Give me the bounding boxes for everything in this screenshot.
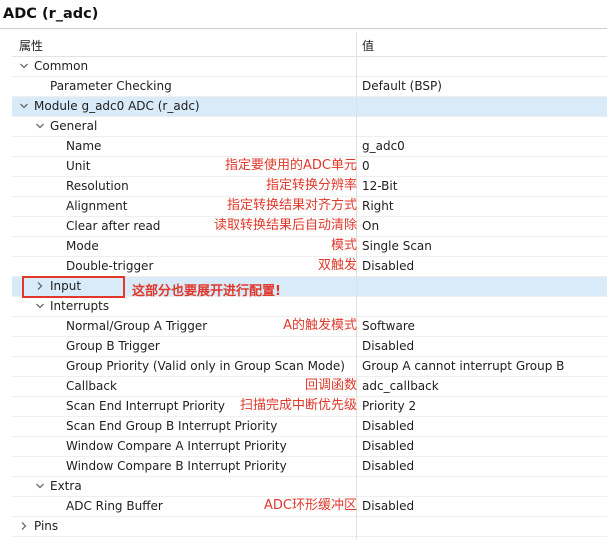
row-value[interactable]: Default (BSP) <box>362 79 442 94</box>
row-label: Group Priority (Valid only in Group Scan… <box>66 359 345 373</box>
row-label: Window Compare A Interrupt Priority <box>66 439 287 453</box>
chevron-right-icon[interactable] <box>19 521 29 531</box>
input-callout: 这部分也要展开进行配置! <box>132 284 281 299</box>
row-label: Name <box>66 139 102 153</box>
row-label: Mode <box>66 239 99 253</box>
tree-row-window-compare-b-interrupt-priority[interactable]: Window Compare B Interrupt Priority Disab… <box>12 457 607 477</box>
row-label: Callback <box>66 379 117 393</box>
tree-row-extra[interactable]: Extra <box>12 477 607 497</box>
row-label: Extra <box>50 479 82 493</box>
annotation-note: 指定要使用的ADC单元 <box>225 158 357 173</box>
panel-title: ADC (r_adc) <box>3 6 99 22</box>
row-label: Clear after read <box>66 219 161 233</box>
row-value[interactable]: Group A cannot interrupt Group B <box>362 359 564 374</box>
tree-row-module-g-adc0-adc-r-adc[interactable]: Module g_adc0 ADC (r_adc) <box>12 97 607 117</box>
tree-row-group-priority-valid-only-in-group-scan-mode[interactable]: Group Priority (Valid only in Group Scan… <box>12 357 607 377</box>
annotation-note: ADC环形缓冲区 <box>264 498 357 513</box>
table-header: 属性 值 <box>12 32 607 57</box>
row-label: General <box>50 119 98 133</box>
tree-row-double-trigger[interactable]: Double-trigger Disabled <box>12 257 607 277</box>
row-value[interactable]: g_adc0 <box>362 139 405 154</box>
row-value[interactable]: Disabled <box>362 339 414 354</box>
row-label: ADC Ring Buffer <box>66 499 163 513</box>
row-label: Interrupts <box>50 299 110 313</box>
row-value[interactable]: 12-Bit <box>362 179 397 194</box>
tree-row-window-compare-a-interrupt-priority[interactable]: Window Compare A Interrupt Priority Disab… <box>12 437 607 457</box>
tree-row-name[interactable]: Name g_adc0 <box>12 137 607 157</box>
row-label: Resolution <box>66 179 129 193</box>
row-label: Module g_adc0 ADC (r_adc) <box>34 99 200 113</box>
tree-row-scan-end-group-b-interrupt-priority[interactable]: Scan End Group B Interrupt Priority Disab… <box>12 417 607 437</box>
annotation-note: A的触发模式 <box>283 318 357 333</box>
row-label: Window Compare B Interrupt Priority <box>66 459 287 473</box>
title-divider <box>0 28 607 29</box>
row-value[interactable]: Disabled <box>362 459 414 474</box>
tree-row-pins[interactable]: Pins <box>12 517 607 537</box>
row-label: Common <box>34 59 89 73</box>
row-label: Scan End Interrupt Priority <box>66 399 225 413</box>
row-value[interactable]: Priority 2 <box>362 399 416 414</box>
row-value[interactable]: On <box>362 219 379 234</box>
annotation-note: 模式 <box>330 238 357 253</box>
row-label: Parameter Checking <box>50 79 172 93</box>
chevron-down-icon[interactable] <box>19 61 29 71</box>
row-value[interactable]: Software <box>362 319 415 334</box>
annotation-note: 回调函数 <box>304 378 357 393</box>
tree-row-mode[interactable]: Mode Single Scan <box>12 237 607 257</box>
row-value[interactable]: 0 <box>362 159 370 174</box>
value-column-header: 值 <box>362 39 375 53</box>
row-label: Alignment <box>66 199 128 213</box>
tree-row-common[interactable]: Common <box>12 57 607 77</box>
input-highlight-box <box>22 276 125 298</box>
tree-row-parameter-checking[interactable]: Parameter Checking Default (BSP) <box>12 77 607 97</box>
row-value[interactable]: Right <box>362 199 394 214</box>
chevron-down-icon[interactable] <box>35 481 45 491</box>
row-value[interactable]: Disabled <box>362 499 414 514</box>
row-label: Unit <box>66 159 91 173</box>
row-label: Scan End Group B Interrupt Priority <box>66 419 278 433</box>
row-value[interactable]: Disabled <box>362 439 414 454</box>
annotation-note: 扫描完成中断优先级 <box>239 398 357 413</box>
annotation-note: 指定转换分辨率 <box>265 178 357 193</box>
chevron-down-icon[interactable] <box>35 301 45 311</box>
chevron-down-icon[interactable] <box>19 101 29 111</box>
row-value[interactable]: Disabled <box>362 419 414 434</box>
annotation-note: 读取转换结果后自动清除 <box>213 218 357 233</box>
row-label: Double-trigger <box>66 259 154 273</box>
column-divider[interactable] <box>356 32 357 539</box>
row-label: Group B Trigger <box>66 339 160 353</box>
tree-row-general[interactable]: General <box>12 117 607 137</box>
tree-row-interrupts[interactable]: Interrupts <box>12 297 607 317</box>
row-label: Normal/Group A Trigger <box>66 319 208 333</box>
property-column-header: 属性 <box>19 39 44 53</box>
row-label: Pins <box>34 519 59 533</box>
row-value[interactable]: Single Scan <box>362 239 432 254</box>
row-value[interactable]: Disabled <box>362 259 414 274</box>
row-value[interactable]: adc_callback <box>362 379 439 394</box>
annotation-note: 指定转换结果对齐方式 <box>226 198 357 213</box>
annotation-note: 双触发 <box>317 258 357 273</box>
chevron-down-icon[interactable] <box>35 121 45 131</box>
tree-row-group-b-trigger[interactable]: Group B Trigger Disabled <box>12 337 607 357</box>
